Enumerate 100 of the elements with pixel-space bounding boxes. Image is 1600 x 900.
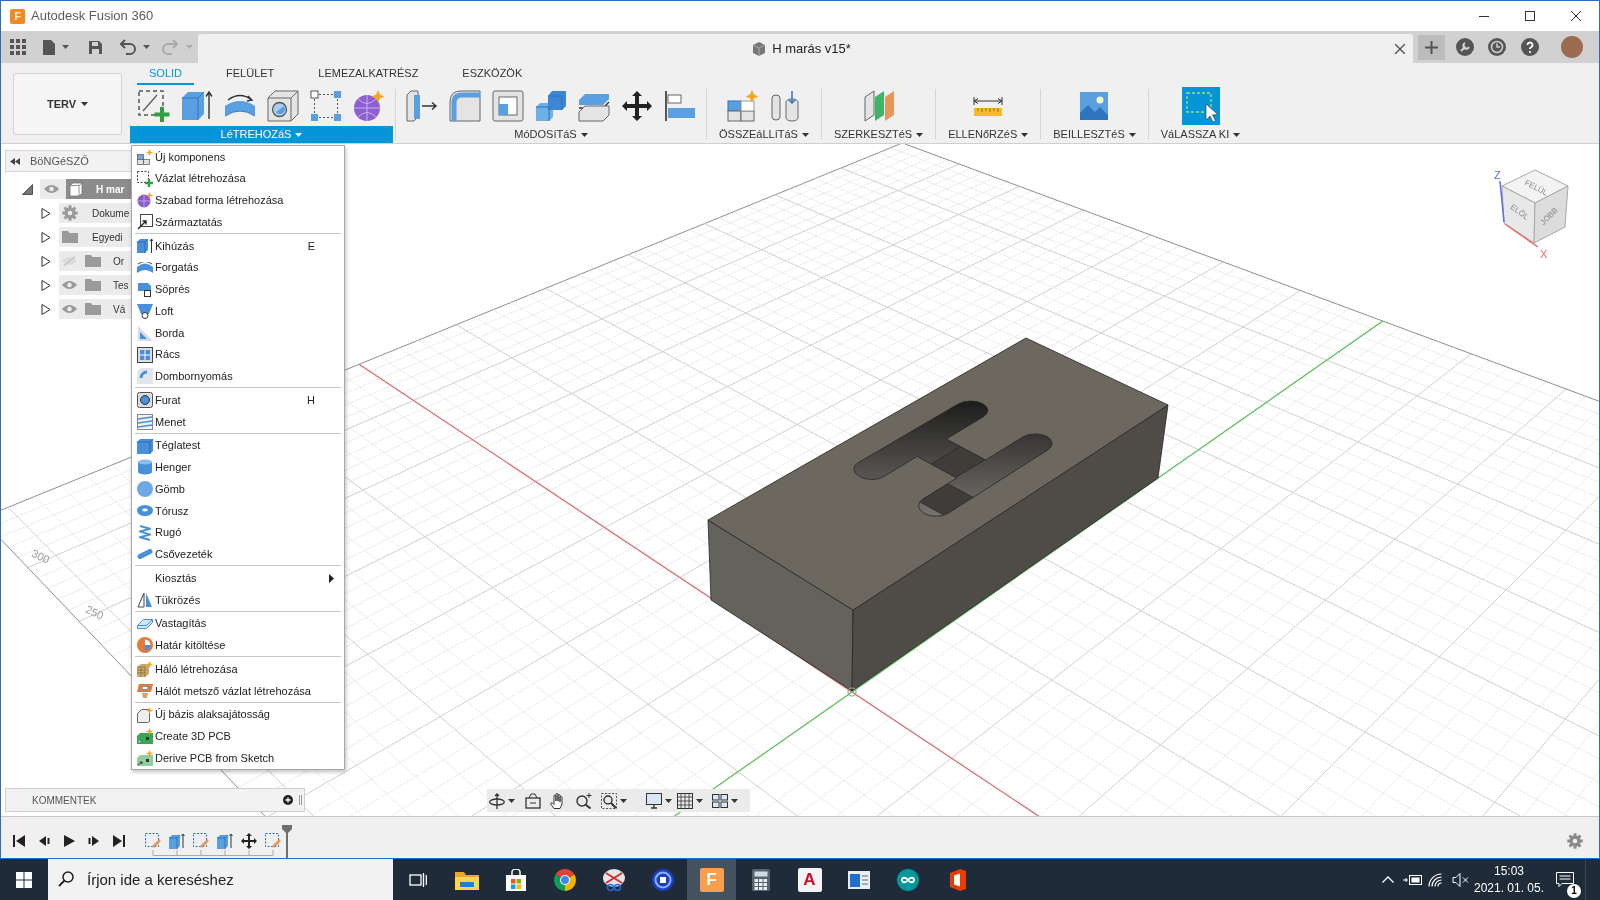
menu-item[interactable]: Tükrözés — [132, 589, 344, 611]
zoom-window-icon[interactable] — [601, 792, 617, 809]
user-avatar[interactable] — [1561, 36, 1583, 58]
toolbar-group-button[interactable]: ÖSSZEáLLíTáS — [709, 126, 819, 143]
extrude-step-icon[interactable] — [169, 833, 185, 849]
workspace-button[interactable]: TERV — [13, 73, 122, 135]
selection-cursor-icon[interactable] — [1181, 87, 1220, 125]
menu-item[interactable]: Derive PCB from Sketch — [132, 747, 344, 769]
move-step-icon[interactable] — [241, 833, 257, 849]
help-icon[interactable] — [1521, 38, 1539, 56]
pan-hand-icon[interactable] — [550, 792, 566, 809]
menu-item[interactable]: Dombornyomás — [132, 365, 344, 388]
menu-item[interactable]: Téglatest — [132, 434, 344, 457]
notification-icon[interactable] — [1556, 871, 1574, 888]
sketch-icon[interactable] — [145, 833, 161, 849]
skip-end-icon[interactable] — [113, 834, 125, 847]
grid-menu-icon[interactable] — [10, 39, 26, 55]
close-icon[interactable] — [1395, 43, 1405, 54]
undo-icon[interactable] — [120, 39, 136, 55]
menu-item[interactable]: Szabad forma létrehozása — [132, 189, 344, 212]
sketch-plus-icon[interactable] — [138, 90, 170, 122]
expander-icon[interactable] — [41, 303, 52, 315]
save-icon[interactable] — [89, 40, 102, 54]
zoom-icon[interactable] — [576, 792, 592, 809]
measure-ruler-icon[interactable] — [973, 96, 1004, 116]
expander-icon[interactable] — [41, 207, 52, 219]
menu-item[interactable]: Create 3D PCB — [132, 725, 344, 748]
sphere-sparkle-icon[interactable] — [353, 90, 385, 122]
toolbar-tab[interactable]: ESZKÖZÖK — [450, 63, 535, 85]
view-cube[interactable] — [1501, 169, 1569, 244]
cylinder-joint-icon[interactable] — [770, 90, 801, 122]
taskbar-app-button[interactable]: A — [785, 859, 834, 900]
machined-block[interactable] — [707, 337, 1169, 692]
menu-item[interactable]: Forgatás — [132, 256, 344, 279]
toolbar-group-button[interactable]: BEILLESZTéS — [1043, 126, 1146, 143]
look-at-icon[interactable] — [525, 792, 541, 809]
menu-item[interactable]: Vázlat létrehozása — [132, 167, 344, 190]
menu-item[interactable]: Vastagítás — [132, 612, 344, 635]
move-icon[interactable] — [621, 90, 653, 122]
task-view-icon[interactable] — [408, 871, 427, 888]
toolbar-tab[interactable]: FELÜLET — [214, 63, 287, 85]
muted-speaker-icon[interactable] — [1451, 872, 1469, 887]
square-pattern-icon[interactable] — [310, 90, 342, 122]
expander-icon[interactable] — [22, 183, 33, 195]
sketch-icon[interactable] — [193, 833, 209, 849]
slab-arrow-icon[interactable] — [406, 90, 438, 122]
menu-item[interactable]: Gömb — [132, 478, 344, 500]
skip-start-icon[interactable] — [13, 834, 25, 847]
sketch-icon[interactable] — [265, 833, 281, 849]
timeline-marker[interactable] — [282, 825, 292, 858]
close-icon[interactable] — [1571, 11, 1581, 21]
chevron-up-icon[interactable] — [1382, 876, 1394, 883]
hole-block-icon[interactable] — [267, 90, 299, 122]
toolbar-group-button[interactable]: ELLENőRZéS — [938, 126, 1039, 143]
panel-grip-icon[interactable] — [299, 795, 302, 805]
menu-item[interactable]: Kihúzás E — [132, 235, 344, 257]
minimize-icon[interactable] — [1479, 15, 1489, 17]
clock-time[interactable]: 15:03 — [1494, 862, 1524, 880]
search-field[interactable]: Írjon ide a kereséshez — [48, 859, 393, 900]
picture-icon[interactable] — [1080, 92, 1109, 120]
orbit-icon[interactable] — [489, 792, 505, 809]
document-tab[interactable]: H marás v15* — [198, 34, 1413, 63]
menu-item[interactable]: Származtatás — [132, 211, 344, 233]
menu-item[interactable]: Borda — [132, 322, 344, 344]
menu-item[interactable]: Háló létrehozása — [132, 658, 344, 680]
clock-date[interactable]: 2021. 01. 05. — [1473, 879, 1545, 897]
step-forward-icon[interactable] — [88, 834, 100, 847]
wifi-icon[interactable] — [1428, 872, 1444, 887]
menu-item[interactable]: Rugó — [132, 521, 344, 544]
box-arrow-icon[interactable] — [181, 90, 213, 122]
expander-icon[interactable] — [41, 231, 52, 243]
extrude-step-icon[interactable] — [217, 833, 233, 849]
toolbar-tab[interactable]: LEMEZALKATRÉSZ — [306, 63, 431, 85]
menu-item[interactable]: Új bázis alaksajátosság — [132, 703, 344, 726]
expander-icon[interactable] — [41, 279, 52, 291]
collapse-arrows-icon[interactable] — [10, 157, 20, 165]
maximize-icon[interactable] — [1525, 11, 1535, 21]
monitor-icon[interactable] — [646, 792, 662, 809]
menu-item[interactable]: Kiosztás — [132, 567, 344, 589]
align-bars-icon[interactable] — [664, 90, 696, 122]
wrench-circle-icon[interactable] — [1456, 38, 1474, 56]
clock-icon[interactable] — [1488, 38, 1506, 56]
windows-start-icon[interactable] — [16, 871, 32, 888]
play-icon[interactable] — [63, 834, 75, 847]
settings-icon[interactable] — [1567, 832, 1583, 849]
viewports-icon[interactable] — [712, 792, 728, 809]
menu-item[interactable]: Tórusz — [132, 500, 344, 522]
stacked-cubes-icon[interactable] — [535, 90, 567, 122]
menu-item[interactable]: Söprés — [132, 278, 344, 301]
grid-display-icon[interactable] — [677, 792, 693, 809]
battery-plug-icon[interactable] — [1402, 873, 1423, 886]
menu-item[interactable]: Csővezeték — [132, 543, 344, 566]
toolbar-group-button[interactable]: VáLASSZA KI — [1150, 126, 1251, 143]
menu-item[interactable]: Új komponens — [132, 146, 344, 168]
expander-icon[interactable] — [41, 255, 52, 267]
menu-item[interactable]: Furat H — [132, 389, 344, 411]
add-circle-icon[interactable] — [283, 795, 293, 805]
step-back-icon[interactable] — [38, 834, 50, 847]
hollow-box-icon[interactable] — [492, 90, 524, 122]
file-icon[interactable] — [43, 39, 55, 55]
